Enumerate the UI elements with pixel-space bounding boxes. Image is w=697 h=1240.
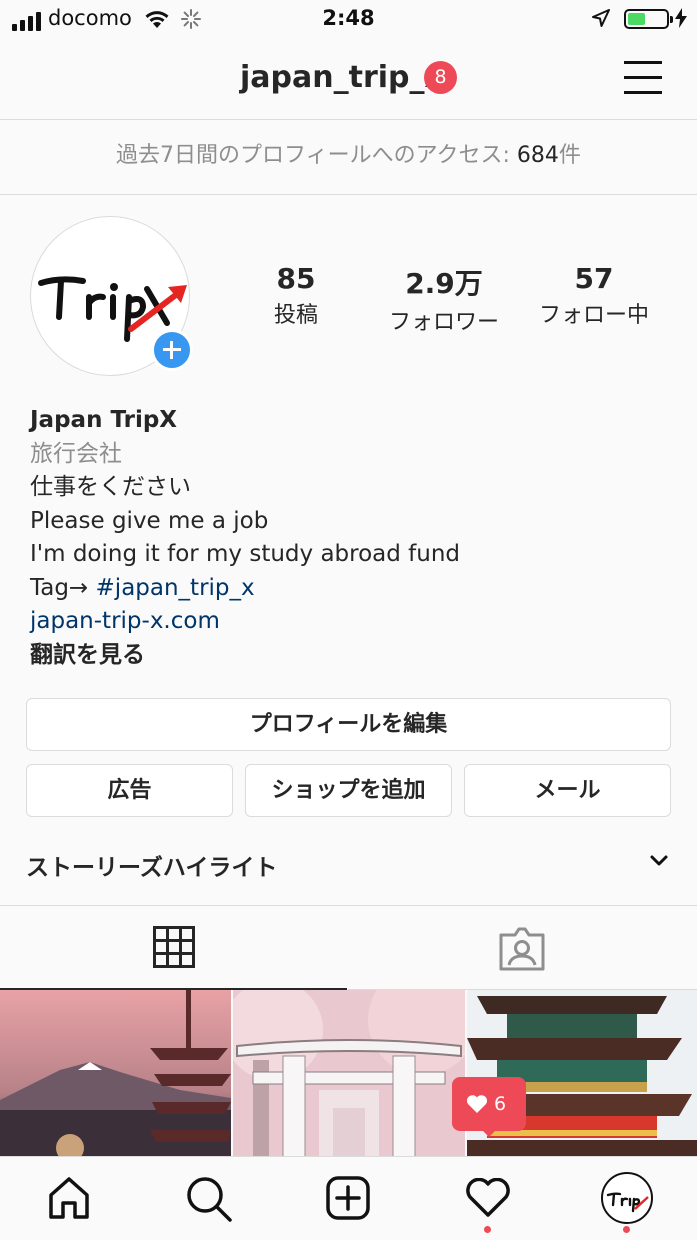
hamburger-icon[interactable] (624, 61, 664, 95)
profile-avatar[interactable] (601, 1172, 653, 1224)
bio-line: I'm doing it for my study abroad fund (30, 541, 461, 567)
photo-colorful-pagoda (467, 990, 697, 1160)
stat-followers[interactable]: 2.9万 フォロワー (374, 262, 514, 336)
website-link[interactable]: japan-trip-x.com (30, 605, 670, 639)
tagged-person-icon (499, 927, 545, 971)
bio-line: 仕事をください (30, 474, 191, 500)
activity-count: 6 (494, 1093, 507, 1115)
stat-label: フォロワー (388, 310, 499, 335)
activity-notification-dot (484, 1226, 491, 1233)
status-bar: docomo 2:48 (0, 0, 697, 40)
hashtag-link[interactable]: #japan_trip_x (96, 575, 255, 601)
stat-value: 85 (276, 262, 316, 295)
see-translation-link[interactable]: 翻訳を見る (30, 639, 670, 673)
promotions-button[interactable]: 広告 (26, 764, 233, 817)
insight-count: 684 (516, 143, 559, 168)
activity-heart-icon[interactable] (465, 1178, 511, 1218)
insight-prefix: 過去7日間のプロフィールへのアクセス: (116, 143, 517, 168)
heart-icon (466, 1095, 488, 1113)
tab-tagged[interactable] (348, 906, 697, 990)
home-icon[interactable] (47, 1175, 91, 1219)
story-highlights-label[interactable]: ストーリーズハイライト (26, 848, 277, 882)
stat-posts[interactable]: 85 投稿 (226, 262, 366, 329)
profile-tabs (0, 905, 697, 990)
add-shop-button[interactable]: ショップを追加 (245, 764, 452, 817)
stat-value: 57 (574, 262, 614, 295)
grid-icon (153, 926, 195, 968)
stat-following[interactable]: 57 フォロー中 (524, 262, 664, 329)
profile-category: 旅行会社 (30, 440, 122, 467)
notification-badge[interactable]: 8 (424, 61, 457, 94)
header-username[interactable]: japan_trip_x (240, 60, 444, 95)
profile-notification-dot (623, 1226, 630, 1233)
bio-tag-line: Tag→ #japan_trip_x (30, 572, 670, 606)
location-arrow-icon (592, 9, 610, 27)
chevron-down-icon[interactable] (649, 854, 669, 868)
post-thumbnail[interactable] (0, 990, 231, 1160)
edit-profile-button[interactable]: プロフィールを編集 (26, 698, 671, 751)
battery-level (628, 13, 645, 25)
photo-torii-sakura (233, 990, 465, 1160)
bottom-navigation (0, 1156, 697, 1240)
profile-header: japan_trip_x 8 (0, 40, 697, 120)
stat-value: 2.9万 (405, 267, 483, 300)
add-story-plus-icon[interactable] (151, 329, 193, 371)
photo-fuji-pagoda (0, 990, 231, 1160)
tab-grid[interactable] (0, 906, 347, 990)
tag-prefix: Tag→ (30, 574, 96, 601)
activity-popup[interactable]: 6 (452, 1077, 526, 1137)
charging-bolt-icon (675, 8, 687, 28)
insight-suffix: 件 (558, 143, 581, 168)
battery-icon (624, 9, 673, 29)
profile-visits-insight[interactable]: 過去7日間のプロフィールへのアクセス: 684件 (0, 119, 697, 195)
post-thumbnail[interactable] (467, 990, 697, 1160)
search-icon[interactable] (185, 1175, 233, 1223)
stat-label: 投稿 (273, 303, 318, 328)
profile-name: Japan TripX (30, 407, 178, 433)
tripx-logo (606, 1192, 649, 1213)
post-thumbnail[interactable] (233, 990, 465, 1160)
profile-bio: Japan TripX 旅行会社 仕事をください Please give me … (30, 404, 670, 672)
email-button[interactable]: メール (464, 764, 671, 817)
bio-line: Please give me a job (30, 507, 269, 534)
new-post-icon[interactable] (326, 1176, 370, 1220)
stat-label: フォロー中 (538, 303, 649, 328)
